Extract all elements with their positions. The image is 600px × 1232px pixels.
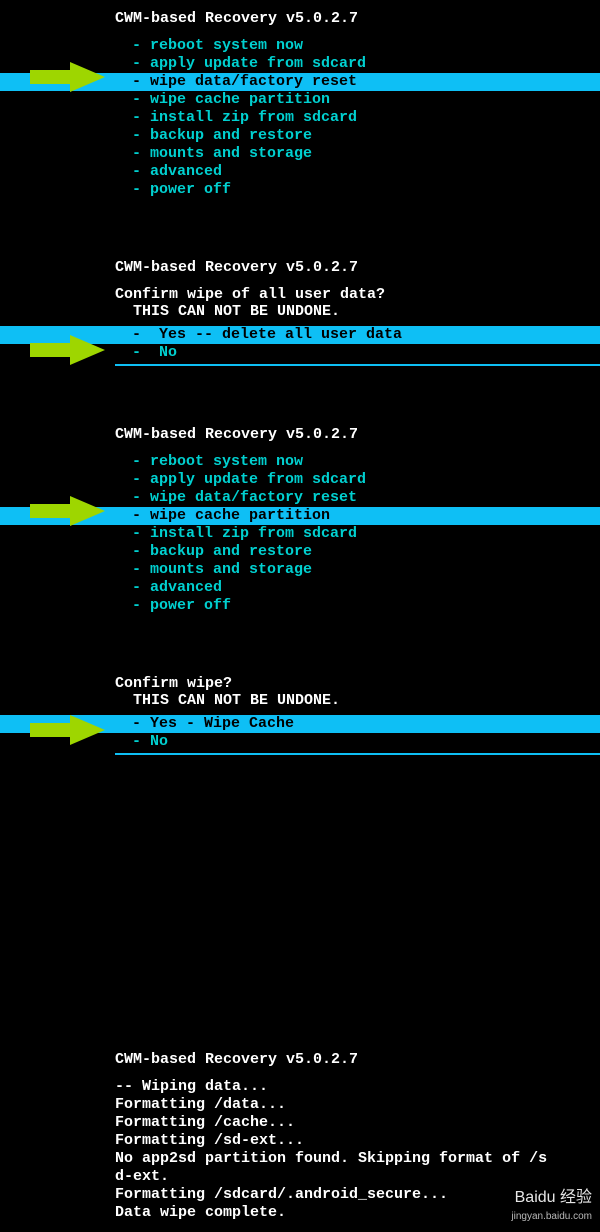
recovery-panel-2: CWM-based Recovery v5.0.2.7 Confirm wipe… bbox=[0, 249, 600, 376]
log-line: -- Wiping data... bbox=[0, 1078, 600, 1096]
menu-item[interactable]: - backup and restore bbox=[0, 543, 600, 561]
arrow-icon bbox=[30, 335, 105, 365]
panel-header: CWM-based Recovery v5.0.2.7 bbox=[0, 259, 600, 276]
log-line: Formatting /cache... bbox=[0, 1114, 600, 1132]
watermark-url: jingyan.baidu.com bbox=[511, 1211, 592, 1222]
log-line: No app2sd partition found. Skipping form… bbox=[0, 1150, 600, 1168]
menu-item[interactable]: - power off bbox=[0, 181, 600, 199]
arrow-icon bbox=[30, 496, 105, 526]
watermark: Baidu 经验 jingyan.baidu.com bbox=[511, 1189, 592, 1224]
arrow-icon bbox=[30, 715, 105, 745]
recovery-panel-3: CWM-based Recovery v5.0.2.7 - reboot sys… bbox=[0, 416, 600, 625]
menu-item[interactable]: - power off bbox=[0, 597, 600, 615]
menu-item[interactable]: - wipe cache partition bbox=[0, 91, 600, 109]
menu-item[interactable]: - backup and restore bbox=[0, 127, 600, 145]
panel-header: CWM-based Recovery v5.0.2.7 bbox=[0, 426, 600, 443]
panel-header: CWM-based Recovery v5.0.2.7 bbox=[0, 10, 600, 27]
panel-header: CWM-based Recovery v5.0.2.7 bbox=[0, 1051, 600, 1068]
arrow-icon bbox=[30, 62, 105, 92]
log-line: Formatting /sdcard/.android_secure... bbox=[0, 1186, 600, 1204]
log-line: Formatting /data... bbox=[0, 1096, 600, 1114]
log-line: d-ext. bbox=[0, 1168, 600, 1186]
watermark-brand: Baidu 经验 bbox=[515, 1189, 592, 1206]
confirm-warning: THIS CAN NOT BE UNDONE. bbox=[0, 303, 600, 320]
confirm-message: Confirm wipe of all user data? bbox=[0, 286, 600, 303]
recovery-panel-1: CWM-based Recovery v5.0.2.7 - reboot sys… bbox=[0, 0, 600, 209]
menu-item[interactable]: - mounts and storage bbox=[0, 561, 600, 579]
divider bbox=[115, 364, 600, 366]
log-line: Data wipe complete. bbox=[0, 1204, 600, 1222]
divider bbox=[115, 753, 600, 755]
menu-item[interactable]: - reboot system now bbox=[0, 37, 600, 55]
menu-item[interactable]: - install zip from sdcard bbox=[0, 525, 600, 543]
menu-item[interactable]: - mounts and storage bbox=[0, 145, 600, 163]
recovery-panel-4: Confirm wipe? THIS CAN NOT BE UNDONE. - … bbox=[0, 665, 600, 765]
menu-item[interactable]: - advanced bbox=[0, 163, 600, 181]
menu-item[interactable]: - reboot system now bbox=[0, 453, 600, 471]
confirm-message: Confirm wipe? bbox=[0, 675, 600, 692]
log-line: Formatting /sd-ext... bbox=[0, 1132, 600, 1150]
menu-item[interactable]: - apply update from sdcard bbox=[0, 471, 600, 489]
confirm-warning: THIS CAN NOT BE UNDONE. bbox=[0, 692, 600, 709]
menu-item[interactable]: - install zip from sdcard bbox=[0, 109, 600, 127]
recovery-panel-5: CWM-based Recovery v5.0.2.7 -- Wiping da… bbox=[0, 1041, 600, 1232]
menu-item[interactable]: - advanced bbox=[0, 579, 600, 597]
